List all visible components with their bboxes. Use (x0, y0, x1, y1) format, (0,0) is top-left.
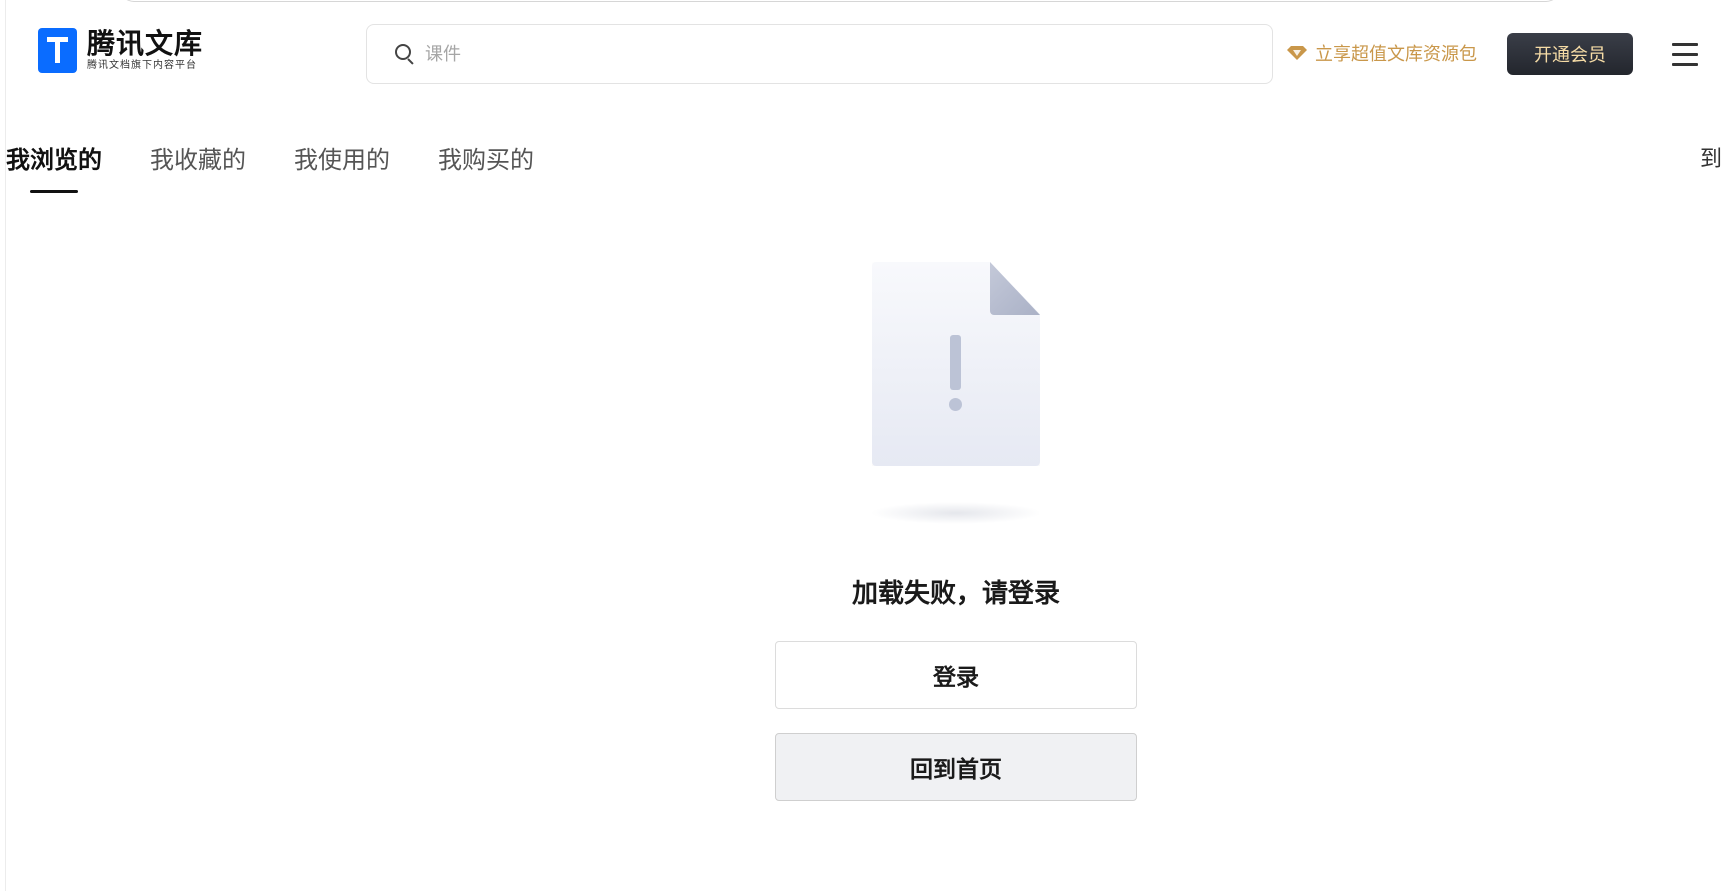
logo-title: 腾讯文库 (87, 26, 204, 60)
promo-link[interactable]: 立享超值文库资源包 (1287, 40, 1477, 66)
tab-favorited[interactable]: 我收藏的 (150, 140, 246, 190)
diamond-icon (1287, 46, 1307, 60)
search-input[interactable] (423, 42, 1243, 66)
tab-browsed[interactable]: 我浏览的 (6, 140, 102, 193)
search-box[interactable] (366, 24, 1273, 84)
back-home-button[interactable]: 回到首页 (775, 733, 1137, 801)
tab-used[interactable]: 我使用的 (294, 140, 390, 190)
logo-subtitle: 腾讯文档旗下内容平台 (87, 59, 197, 71)
tencent-wenku-logo-icon (38, 28, 77, 73)
error-message: 加载失败，请登录 (851, 579, 1060, 609)
open-vip-button[interactable]: 开通会员 (1507, 33, 1633, 75)
login-button[interactable]: 登录 (775, 641, 1137, 709)
page: 腾讯文库 腾讯文档旗下内容平台 立享超值文库资源包 开通会员 我浏览的 我收藏的… (0, 0, 1723, 891)
tab-purchased[interactable]: 我购买的 (438, 140, 534, 190)
hamburger-menu-icon[interactable] (1672, 43, 1698, 66)
history-tabs: 我浏览的 我收藏的 我使用的 我购买的 (6, 140, 582, 200)
left-border (5, 0, 6, 891)
exclamation-bar (950, 335, 961, 390)
promo-text: 立享超值文库资源包 (1315, 44, 1477, 65)
document-error-icon (870, 262, 1042, 532)
exclamation-dot (949, 398, 962, 411)
search-icon (395, 44, 415, 65)
logo-text: 腾讯文库 腾讯文档旗下内容平台 (87, 26, 204, 73)
tab-overflow-text[interactable]: 到 (1700, 140, 1722, 180)
document-shadow (870, 502, 1042, 524)
logo[interactable]: 腾讯文库 腾讯文档旗下内容平台 (38, 28, 203, 73)
header: 腾讯文库 腾讯文档旗下内容平台 立享超值文库资源包 开通会员 (0, 0, 1723, 100)
